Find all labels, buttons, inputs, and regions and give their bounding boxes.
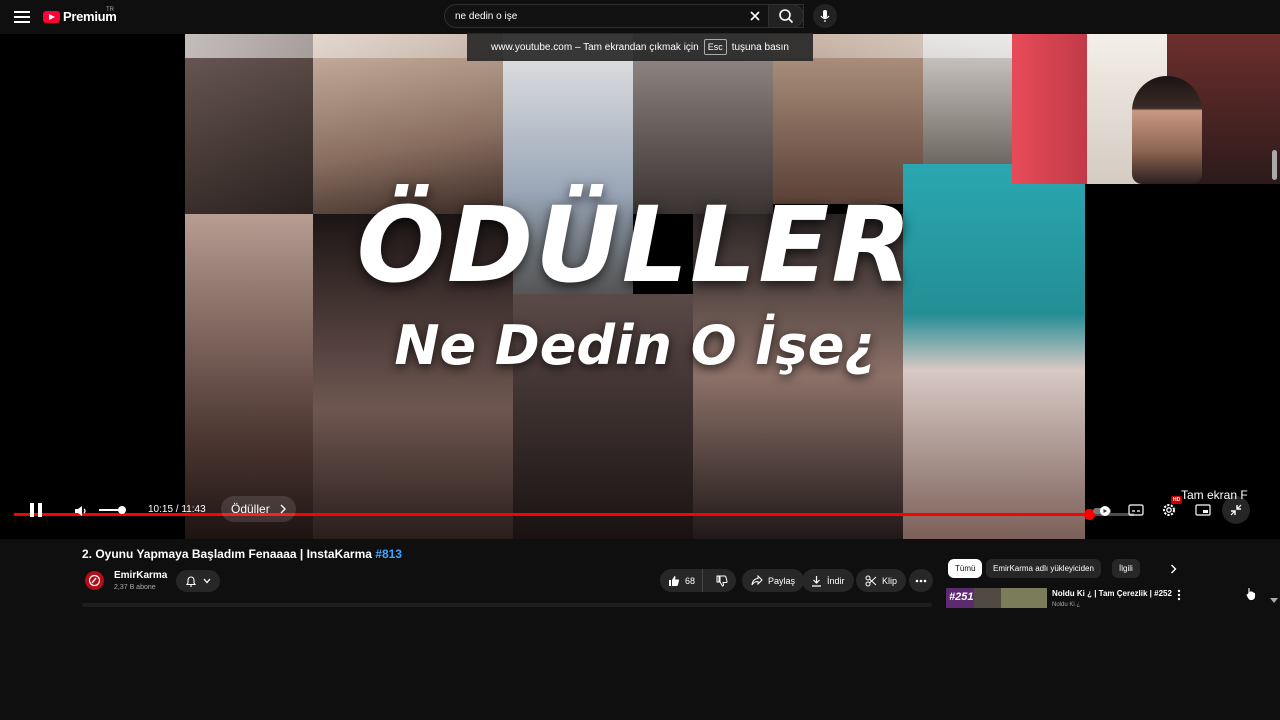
channel-avatar[interactable]: [85, 571, 104, 590]
chapter-title: Ödüller: [231, 502, 270, 516]
chips-next-button[interactable]: [1164, 560, 1182, 578]
related-thumbnail-text: #251: [949, 591, 974, 603]
exit-fullscreen-toast: www.youtube.com – Tam ekrandan çıkmak iç…: [467, 33, 813, 61]
search-button[interactable]: [768, 4, 804, 28]
microphone-icon: [820, 10, 830, 22]
top-bar: Premium TR: [0, 0, 1010, 34]
clear-search-button[interactable]: [748, 9, 762, 23]
pause-button[interactable]: [24, 498, 48, 522]
mouse-cursor-icon: [1245, 586, 1257, 607]
autoplay-toggle[interactable]: [1092, 501, 1112, 521]
channel-logo-icon: [88, 574, 101, 587]
chevron-right-icon: [280, 504, 286, 514]
autoplay-toggle-icon: [1093, 506, 1111, 516]
download-icon: [812, 575, 821, 587]
dislike-button[interactable]: [708, 569, 736, 592]
video-hashtag-link[interactable]: #813: [375, 547, 402, 561]
related-video-thumbnail[interactable]: #251: [946, 588, 1047, 608]
channel-name[interactable]: EmirKarma: [114, 570, 167, 581]
more-vertical-icon: [1177, 589, 1181, 601]
time-display: 10:15 / 11:43: [148, 504, 206, 515]
subtitles-button[interactable]: [1127, 501, 1145, 519]
subtitles-icon: [1128, 504, 1144, 516]
page-scrollbar-thumb[interactable]: [1272, 150, 1277, 180]
video-overlay-subline: Ne Dedin O İşe¿: [394, 314, 876, 377]
chapter-button[interactable]: Ödüller: [221, 496, 296, 522]
share-label: Paylaş: [768, 575, 796, 586]
download-label: İndir: [827, 575, 845, 586]
more-actions-button[interactable]: [909, 569, 933, 592]
video-title: 2. Oyunu Yapmaya Başladım Fenaaaa | Inst…: [82, 547, 402, 561]
search-icon: [779, 9, 794, 24]
volume-icon: [75, 506, 86, 516]
bell-icon: [185, 576, 197, 587]
player-controls: 10:15 / 11:43 Ödüller HD: [0, 490, 1280, 532]
subscription-bell-button[interactable]: [176, 570, 220, 592]
mute-button[interactable]: [72, 502, 90, 520]
search-input[interactable]: [455, 10, 745, 22]
like-dislike-group: 68: [660, 569, 736, 592]
gear-icon: [1163, 504, 1175, 516]
volume-slider-handle[interactable]: [118, 506, 126, 514]
chevron-right-icon: [1170, 564, 1176, 574]
voice-search-button[interactable]: [813, 4, 837, 28]
streamer-webcam: [1012, 34, 1280, 184]
chip-related[interactable]: İlgili: [1112, 559, 1140, 578]
video-player[interactable]: ÖDÜLLER Ne Dedin O İşe¿ Tam ekran F 10:1…: [0, 34, 1280, 539]
subscriber-count: 2,37 B abone: [114, 584, 156, 591]
more-horizontal-icon: [915, 579, 927, 582]
like-button[interactable]: 68: [660, 569, 704, 592]
close-icon: [750, 11, 760, 21]
scroll-down-arrow[interactable]: [1270, 598, 1278, 603]
like-count: 68: [685, 575, 696, 586]
share-button[interactable]: Paylaş: [742, 569, 805, 592]
pause-icon: [30, 503, 42, 517]
toast-esc-key: Esc: [703, 39, 727, 55]
clip-label: Klip: [882, 575, 898, 586]
description-box-edge[interactable]: [82, 603, 932, 607]
miniplayer-button[interactable]: [1194, 501, 1212, 519]
hamburger-menu-icon[interactable]: [14, 9, 30, 25]
thumbs-down-icon: [716, 575, 728, 587]
chip-from-uploader[interactable]: EmirKarma adlı yükleyiciden: [986, 559, 1101, 578]
clip-button[interactable]: Klip: [856, 569, 907, 592]
download-button[interactable]: İndir: [802, 569, 854, 592]
exit-fullscreen-button[interactable]: [1222, 496, 1250, 524]
toast-suffix: tuşuna basın: [731, 41, 789, 53]
miniplayer-icon: [1195, 504, 1211, 516]
hd-badge: HD: [1171, 496, 1183, 504]
video-title-text: 2. Oyunu Yapmaya Başladım Fenaaaa | Inst…: [82, 547, 372, 561]
related-video-menu-button[interactable]: [1177, 588, 1187, 602]
exit-fullscreen-icon: [1230, 504, 1242, 516]
related-video-channel[interactable]: Noldu Ki ¿: [1052, 602, 1080, 608]
youtube-logo-icon: [43, 10, 60, 23]
share-icon: [751, 575, 763, 586]
related-video-title[interactable]: Noldu Ki ¿ | Tam Çerezlik | #252: [1052, 589, 1172, 598]
chip-all[interactable]: Tümü: [948, 559, 983, 578]
toast-prefix: www.youtube.com – Tam ekrandan çıkmak iç…: [491, 41, 699, 53]
scissors-icon: [865, 575, 877, 586]
video-overlay-headline: ÖDÜLLER: [356, 184, 914, 306]
country-code: TR: [106, 7, 114, 13]
thumbs-up-icon: [669, 575, 680, 586]
chevron-down-icon: [203, 578, 211, 584]
